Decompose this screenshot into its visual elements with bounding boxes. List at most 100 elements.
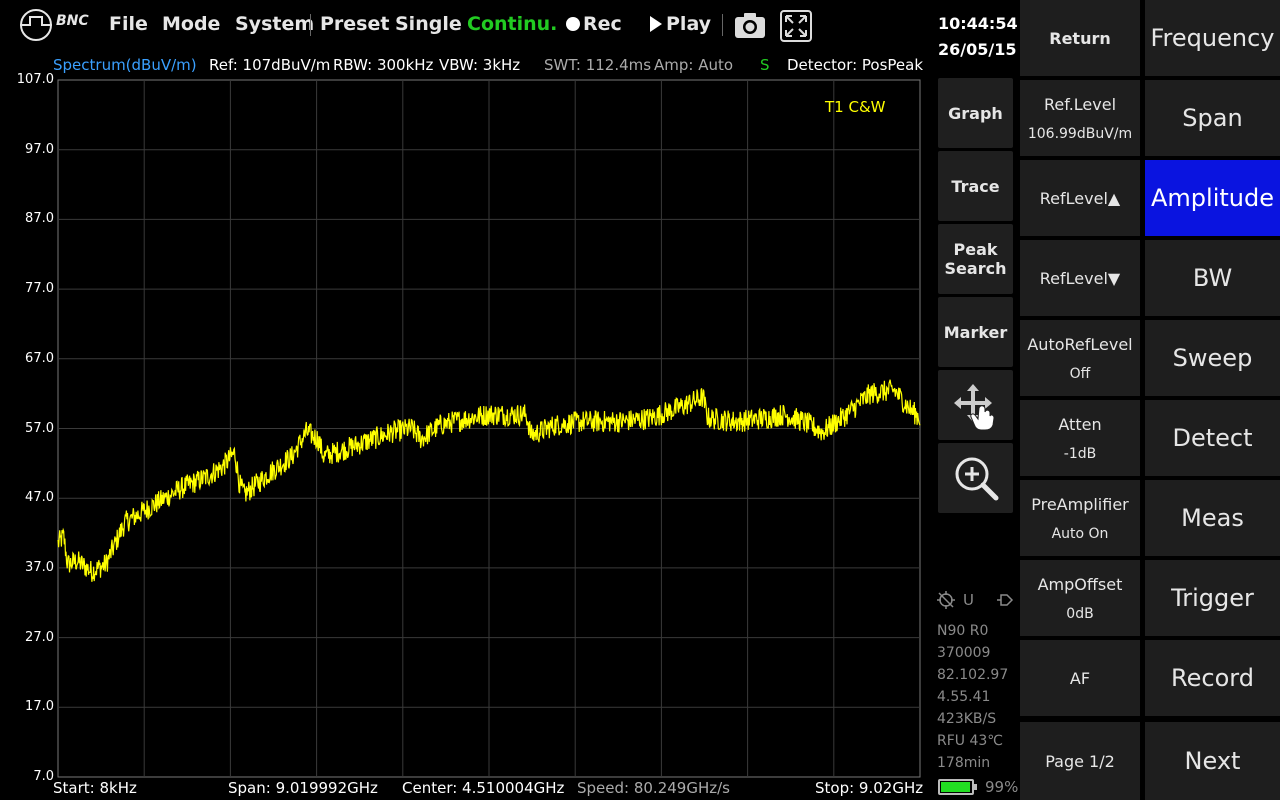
device-info-line: 370009	[937, 645, 991, 661]
gps-off-icon	[937, 591, 955, 609]
battery-percent: 99%	[985, 778, 1019, 796]
return-label: Return	[1049, 28, 1111, 48]
next-menu[interactable]: Next	[1145, 722, 1280, 800]
stop-frequency: Stop: 9.02GHz	[815, 779, 924, 797]
menu-preset[interactable]: Preset	[320, 13, 389, 35]
menu-separator	[310, 14, 311, 36]
status-line: Spectrum(dBuV/m) Ref: 107dBuV/m RBW: 300…	[0, 54, 935, 78]
svg-text:BNC: BNC	[56, 13, 89, 29]
ref-level-softkey[interactable]: Ref.Level 106.99dBuV/m	[1020, 80, 1140, 156]
y-axis-tick-label: 87.0	[25, 211, 54, 227]
top-menu-bar: BNC File Mode System Preset Single Conti…	[0, 0, 935, 52]
amp-readout: Amp: Auto	[654, 56, 734, 74]
atten-softkey[interactable]: Atten -1dB	[1020, 400, 1140, 476]
rbw-readout: RBW: 300kHz	[333, 56, 434, 74]
status-icons: U	[937, 591, 1015, 611]
clock-date: 26/05/15	[938, 40, 1017, 59]
sweep-menu[interactable]: Sweep	[1145, 320, 1280, 396]
trace-button[interactable]: Trace	[938, 151, 1013, 221]
rec-label: Rec	[583, 13, 622, 35]
device-info-line: 178min	[937, 755, 991, 771]
menu-mode[interactable]: Mode	[162, 13, 220, 35]
rec-button[interactable]: Rec	[566, 13, 622, 35]
preamplifier-value: Auto On	[1051, 525, 1109, 542]
ref-level-label: Ref.Level	[1043, 94, 1117, 114]
start-frequency: Start: 8kHz	[53, 779, 137, 797]
clock-time: 10:44:54	[938, 14, 1018, 33]
camera-icon[interactable]	[734, 10, 766, 40]
peak-search-button[interactable]: Peak Search	[938, 224, 1013, 294]
ref-level-down-softkey[interactable]: RefLevel▼	[1020, 240, 1140, 316]
page-softkey[interactable]: Page 1/2	[1020, 722, 1140, 800]
plot-grid	[58, 80, 920, 777]
amp-offset-softkey[interactable]: AmpOffset 0dB	[1020, 560, 1140, 636]
play-button[interactable]: Play	[650, 13, 711, 35]
af-softkey[interactable]: AF	[1020, 640, 1140, 716]
auto-ref-level-value: Off	[1069, 365, 1091, 382]
device-info-line: RFU 43℃	[937, 733, 1004, 749]
menu-file[interactable]: File	[109, 13, 148, 35]
auto-ref-level-softkey[interactable]: AutoRefLevel Off	[1020, 320, 1140, 396]
y-axis-tick-label: 97.0	[25, 141, 54, 157]
marker-button[interactable]: Marker	[938, 297, 1013, 367]
amp-offset-value: 0dB	[1066, 605, 1094, 622]
move-hand-icon	[953, 384, 995, 430]
u-indicator: U	[963, 591, 974, 609]
ref-level-down-label: RefLevel▼	[1039, 268, 1121, 288]
ref-level-up-softkey[interactable]: RefLevel▲	[1020, 160, 1140, 236]
detect-menu[interactable]: Detect	[1145, 400, 1280, 476]
spectrum-graph[interactable]	[0, 76, 930, 800]
span-menu[interactable]: Span	[1145, 80, 1280, 156]
span-frequency: Span: 9.019992GHz	[228, 779, 378, 797]
amplitude-menu[interactable]: Amplitude	[1145, 160, 1280, 236]
meas-menu[interactable]: Meas	[1145, 480, 1280, 556]
pan-button[interactable]	[938, 370, 1013, 440]
zoom-button[interactable]	[938, 443, 1013, 513]
page-label: Page 1/2	[1045, 751, 1115, 771]
menu-system[interactable]: System	[235, 13, 314, 35]
device-info-line: 4.55.41	[937, 689, 991, 705]
y-axis-tick-label: 47.0	[25, 490, 54, 506]
bw-menu[interactable]: BW	[1145, 240, 1280, 316]
battery-level-fill	[941, 782, 970, 792]
frequency-info-bar: Start: 8kHz Span: 9.019992GHz Center: 4.…	[0, 778, 935, 800]
menu-continuous[interactable]: Continu.	[467, 13, 557, 35]
battery-icon	[938, 779, 977, 795]
menu-separator	[722, 14, 723, 36]
af-label: AF	[1069, 668, 1091, 688]
auto-ref-level-label: AutoRefLevel	[1027, 334, 1133, 354]
play-label: Play	[666, 13, 712, 35]
fullscreen-icon[interactable]	[780, 10, 812, 42]
ref-level-up-label: RefLevel▲	[1039, 188, 1121, 208]
record-menu[interactable]: Record	[1145, 640, 1280, 716]
swt-readout: SWT: 112.4ms	[544, 56, 652, 74]
zoom-in-icon	[955, 457, 998, 501]
y-axis-tick-label: 37.0	[25, 559, 54, 575]
sweep-status-indicator: S	[760, 56, 770, 74]
sweep-speed: Speed: 80.249GHz/s	[577, 779, 730, 797]
atten-value: -1dB	[1063, 445, 1097, 462]
connector-icon	[997, 594, 1014, 606]
ref-level-value: 106.99dBuV/m	[1027, 125, 1133, 142]
device-info-line: 423KB/S	[937, 711, 997, 727]
y-axis-tick-label: 17.0	[25, 699, 54, 715]
battery-tip	[974, 784, 977, 790]
preamplifier-softkey[interactable]: PreAmplifier Auto On	[1020, 480, 1140, 556]
spectrum-unit-label[interactable]: Spectrum(dBuV/m)	[53, 56, 197, 74]
detector-readout: Detector: PosPeak	[787, 56, 924, 74]
menu-single[interactable]: Single	[395, 13, 462, 35]
trigger-menu[interactable]: Trigger	[1145, 560, 1280, 636]
vbw-readout: VBW: 3kHz	[439, 56, 521, 74]
center-frequency: Center: 4.510004GHz	[402, 779, 565, 797]
y-axis-tick-label: 67.0	[25, 350, 54, 366]
y-axis-tick-label: 77.0	[25, 281, 54, 297]
spectrum-plot[interactable]: 107.0 97.0 87.0 77.0 67.0 57.0 47.0 37.0 27.0 17.…	[0, 72, 930, 800]
y-axis-tick-label: 27.0	[25, 629, 54, 645]
frequency-menu[interactable]: Frequency	[1145, 0, 1280, 76]
preamplifier-label: PreAmplifier	[1031, 494, 1129, 514]
graph-button[interactable]: Graph	[938, 78, 1013, 148]
y-axis-tick-label: 107.0	[16, 72, 54, 87]
record-dot-icon	[566, 17, 580, 31]
bnc-logo: BNC	[18, 8, 94, 42]
return-softkey[interactable]: Return	[1020, 0, 1140, 76]
